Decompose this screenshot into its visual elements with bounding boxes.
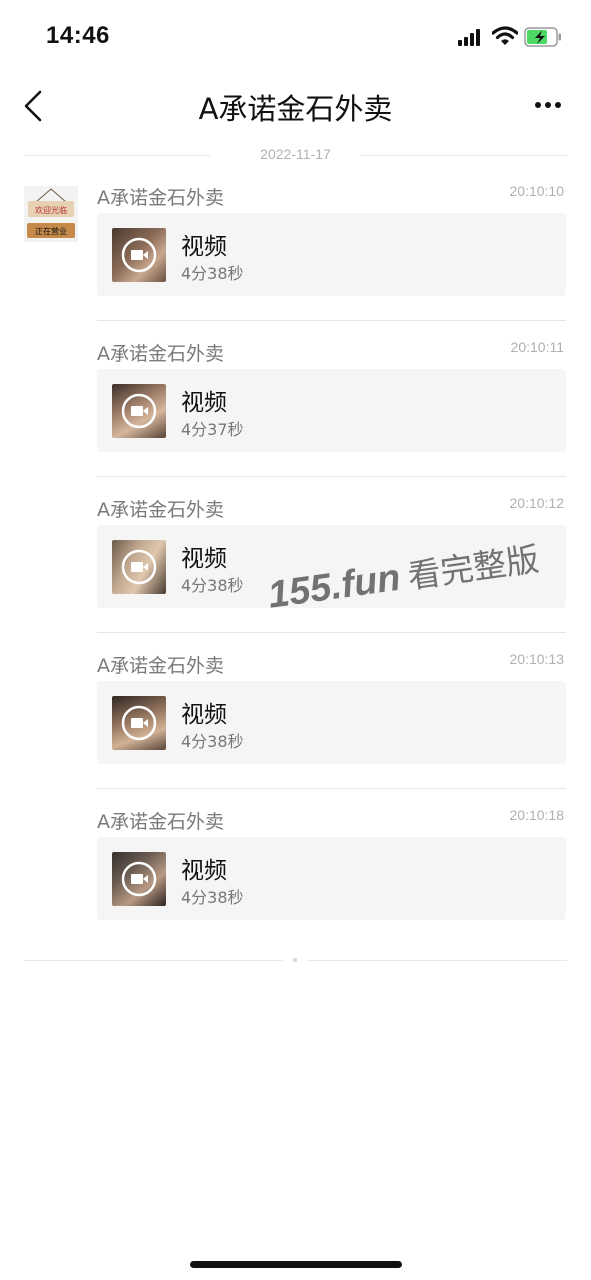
- message-time: 20:10:10: [509, 183, 565, 199]
- video-label: 视频: [181, 702, 227, 728]
- video-message-card[interactable]: 视频 4分38秒: [97, 837, 566, 920]
- sender-name: A承诺金石外卖: [97, 187, 224, 209]
- avatar-line2: 正在营业: [35, 226, 67, 236]
- message-time: 20:10:13: [509, 651, 565, 667]
- video-message-card[interactable]: 视频 4分38秒: [97, 213, 566, 296]
- more-dots-icon[interactable]: [528, 92, 568, 118]
- sender-avatar[interactable]: 欢迎光临 正在营业: [24, 186, 78, 242]
- video-duration: 4分38秒: [181, 576, 244, 595]
- video-label: 视频: [181, 546, 227, 572]
- message-divider: [97, 476, 566, 477]
- status-bar: 14:46: [0, 0, 591, 70]
- video-play-icon: [121, 237, 157, 273]
- video-label: 视频: [181, 234, 227, 260]
- wifi-icon: [492, 26, 518, 45]
- date-label: 2022-11-17: [260, 146, 331, 162]
- battery-charging-icon: [524, 27, 561, 47]
- video-play-icon: [121, 705, 157, 741]
- video-thumbnail: [112, 228, 166, 282]
- date-separator: 2022-11-17: [24, 146, 567, 164]
- video-play-icon: [121, 393, 157, 429]
- video-play-icon: [121, 549, 157, 585]
- sender-name: A承诺金石外卖: [97, 499, 224, 521]
- message-time: 20:10:11: [510, 339, 564, 355]
- message-item: A承诺金石外卖 20:10:13 视频 4分38秒: [97, 651, 566, 776]
- home-indicator: [190, 1261, 402, 1268]
- video-duration: 4分37秒: [181, 420, 244, 439]
- end-separator: [24, 958, 567, 964]
- message-time: 20:10:18: [509, 807, 565, 823]
- video-duration: 4分38秒: [181, 888, 244, 907]
- video-thumbnail: [112, 540, 166, 594]
- video-duration: 4分38秒: [181, 264, 244, 283]
- message-item: A承诺金石外卖 20:10:11 视频 4分37秒: [97, 339, 566, 464]
- sender-name: A承诺金石外卖: [97, 811, 224, 833]
- message-divider: [97, 632, 566, 633]
- video-message-card[interactable]: 视频 4分38秒: [97, 681, 566, 764]
- video-thumbnail: [112, 384, 166, 438]
- video-label: 视频: [181, 858, 227, 884]
- cellular-signal-icon: [458, 28, 484, 46]
- sender-name: A承诺金石外卖: [97, 655, 224, 677]
- video-thumbnail: [112, 852, 166, 906]
- message-time: 20:10:12: [509, 495, 565, 511]
- video-thumbnail: [112, 696, 166, 750]
- message-divider: [97, 788, 566, 789]
- avatar-line1: 欢迎光临: [35, 205, 67, 215]
- sender-name: A承诺金石外卖: [97, 343, 224, 365]
- chat-title: A承诺金石外卖: [198, 92, 393, 126]
- video-duration: 4分38秒: [181, 732, 244, 751]
- message-divider: [97, 320, 566, 321]
- video-play-icon: [121, 861, 157, 897]
- video-message-card[interactable]: 视频 4分37秒: [97, 369, 566, 452]
- status-time: 14:46: [46, 22, 110, 49]
- video-label: 视频: [181, 390, 227, 416]
- message-item: A承诺金石外卖 20:10:18 视频 4分38秒: [97, 807, 566, 932]
- separator-dot: [293, 958, 297, 962]
- message-item: A承诺金石外卖 20:10:10 视频 4分38秒: [97, 183, 566, 308]
- nav-bar: A承诺金石外卖: [0, 70, 591, 140]
